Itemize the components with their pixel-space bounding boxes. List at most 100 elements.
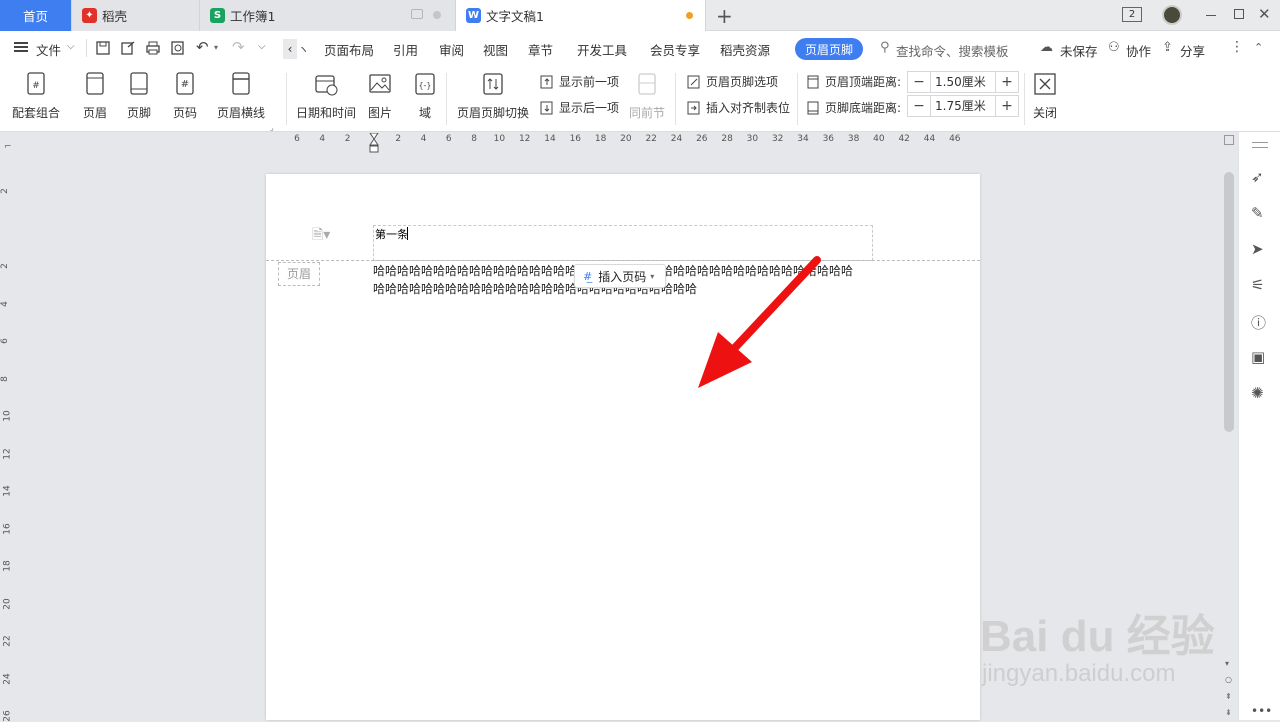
insert-page-number-button[interactable]: #̲ 插入页码 ▾	[574, 264, 666, 288]
same-as-previous-button[interactable]: 同前节	[629, 71, 665, 121]
tab-page-layout[interactable]: 页面布局	[324, 40, 374, 59]
select-browse-icon[interactable]: ○	[1225, 675, 1232, 684]
rocket-icon[interactable]: ➶	[1251, 168, 1269, 186]
tab-docer[interactable]: ✦ 稻壳	[72, 0, 200, 31]
tab-references[interactable]: 引用	[393, 40, 418, 59]
page-options-icon[interactable]: 🗎▾	[312, 224, 330, 248]
cursor-icon[interactable]: ➤	[1251, 240, 1269, 258]
ruler-tick: 22	[2, 635, 13, 647]
top-distance-input[interactable]: 1.50厘米	[930, 72, 996, 92]
switch-header-footer-button[interactable]: 页眉页脚切换	[457, 71, 529, 121]
ruler-tick: 12	[518, 134, 531, 144]
text-cursor	[407, 227, 408, 240]
tab-docer-resources[interactable]: 稻壳资源	[720, 40, 770, 59]
ruler-toggle-icon[interactable]	[1224, 135, 1234, 145]
new-tab-icon[interactable]: +	[716, 4, 733, 28]
undo-icon[interactable]: ↶	[196, 38, 209, 56]
insert-align-tab-button[interactable]: 插入对齐制表位	[686, 99, 790, 116]
increase-icon[interactable]: +	[996, 72, 1018, 92]
options-icon	[687, 75, 700, 88]
docer-icon: ✦	[82, 8, 97, 23]
close-header-footer-button[interactable]: 关闭	[1032, 71, 1058, 121]
sliders-icon[interactable]: ⚟	[1251, 276, 1269, 294]
minimize-icon[interactable]	[1206, 15, 1216, 16]
undo-dropdown-icon[interactable]: ▾	[214, 43, 218, 52]
more-icon[interactable]: ⋮	[1230, 39, 1244, 55]
tab-section[interactable]: 章节	[528, 40, 553, 59]
header-footer-options-button[interactable]: 页眉页脚选项	[686, 73, 778, 90]
decrease-icon[interactable]: −	[908, 72, 930, 92]
writer-icon: W	[466, 8, 481, 23]
start-tab-fragment[interactable]: ヽ	[298, 41, 309, 57]
hamburger-icon[interactable]	[14, 42, 28, 52]
scroll-down-icon[interactable]: ▾	[1225, 659, 1229, 668]
top-distance-stepper[interactable]: − 1.50厘米 +	[907, 71, 1019, 93]
ruler-tick: 10	[2, 410, 13, 422]
tab-developer[interactable]: 开发工具	[577, 40, 627, 59]
ruler-tick: 18	[594, 134, 607, 144]
ruler-tick: 2	[0, 263, 10, 269]
print-icon[interactable]	[145, 40, 161, 56]
field-button[interactable]: {-} 域	[412, 71, 438, 121]
close-tab-icon[interactable]	[433, 11, 441, 19]
show-previous-button[interactable]: 显示前一项	[539, 73, 619, 90]
decrease-icon[interactable]: −	[908, 96, 930, 116]
tab-document[interactable]: W 文字文稿1	[456, 0, 706, 31]
tab-header-footer[interactable]: 页眉页脚	[795, 38, 863, 60]
more-dots-icon[interactable]: •••	[1251, 704, 1272, 722]
tab-review[interactable]: 审阅	[439, 40, 464, 59]
set-combo-button[interactable]: # 配套组合	[12, 71, 60, 121]
bulb-icon[interactable]: ✺	[1251, 384, 1269, 402]
increase-icon[interactable]: +	[996, 96, 1018, 116]
redo-icon[interactable]: ↷	[232, 38, 245, 56]
header-text[interactable]: 第一条	[374, 226, 408, 242]
file-menu[interactable]: 文件	[36, 40, 61, 59]
help-icon[interactable]: ⓘ	[1251, 312, 1269, 332]
collab-button[interactable]: 协作	[1126, 41, 1151, 60]
pen-icon[interactable]: ✎	[1251, 204, 1269, 222]
export-icon[interactable]	[120, 40, 136, 56]
image-tool-icon[interactable]: ▣	[1251, 348, 1269, 366]
footer-button[interactable]: 页脚	[126, 71, 152, 121]
show-next-button[interactable]: 显示后一项	[539, 99, 619, 116]
indent-marker-icon[interactable]	[369, 132, 379, 153]
scroll-left-icon[interactable]: ‹	[283, 39, 297, 59]
picture-button[interactable]: 图片	[367, 71, 393, 121]
ruler-tick: 32	[771, 134, 784, 144]
unsaved-button[interactable]: 未保存	[1060, 41, 1098, 60]
ruler-tick: 26	[2, 710, 13, 722]
tab-workbook[interactable]: S 工作簿1	[200, 0, 456, 31]
bottom-distance-label: 页脚底端距离:	[805, 99, 901, 116]
sidebar-handle-icon[interactable]	[1252, 142, 1268, 148]
bottom-distance-input[interactable]: 1.75厘米	[930, 96, 996, 116]
tab-member[interactable]: 会员专享	[650, 40, 700, 59]
date-time-button[interactable]: 日期和时间	[296, 71, 356, 121]
ruler-tick: 8	[471, 134, 477, 144]
window-count-badge[interactable]: 2	[1122, 7, 1142, 22]
header-tag: 页眉	[278, 262, 320, 286]
close-window-icon[interactable]: ✕	[1258, 5, 1271, 23]
next-page-icon[interactable]: ⇟	[1225, 708, 1232, 717]
save-icon[interactable]	[95, 40, 111, 56]
share-button[interactable]: 分享	[1180, 41, 1205, 60]
more-dropdown-icon[interactable]: ⌵	[258, 41, 266, 52]
restore-icon[interactable]	[1234, 9, 1244, 19]
prev-page-icon[interactable]: ⇞	[1225, 692, 1232, 701]
search-input[interactable]: 查找命令、搜索模板	[896, 41, 1009, 60]
bottom-distance-stepper[interactable]: − 1.75厘米 +	[907, 95, 1019, 117]
header-line-button[interactable]: 页眉横线	[217, 71, 265, 121]
group-expand-icon[interactable]: ⌟	[270, 123, 274, 132]
document-page[interactable]: 🗎▾ 第一条 页眉 哈哈哈哈哈哈哈哈哈哈哈哈哈哈哈哈哈哈哈哈哈哈哈哈哈哈哈哈哈哈…	[266, 174, 980, 720]
header-button[interactable]: 页眉	[82, 71, 108, 121]
print-preview-icon[interactable]	[170, 40, 186, 56]
page-number-button[interactable]: # 页码	[172, 71, 198, 121]
tab-view[interactable]: 视图	[483, 40, 508, 59]
avatar[interactable]	[1162, 5, 1182, 25]
ruler-tick: 2	[395, 134, 402, 144]
ruler-tick: 2	[0, 188, 10, 194]
vertical-ruler[interactable]: 2 2 4 6 8 10 12 14 16 18 20 22 24 26	[0, 148, 16, 722]
scrollbar-thumb[interactable]	[1224, 172, 1234, 432]
vertical-scrollbar[interactable]: ▾ ○ ⇞ ⇟	[1222, 132, 1236, 720]
collapse-ribbon-icon[interactable]: ⌃	[1254, 41, 1263, 54]
tab-home[interactable]: 首页	[0, 0, 72, 31]
